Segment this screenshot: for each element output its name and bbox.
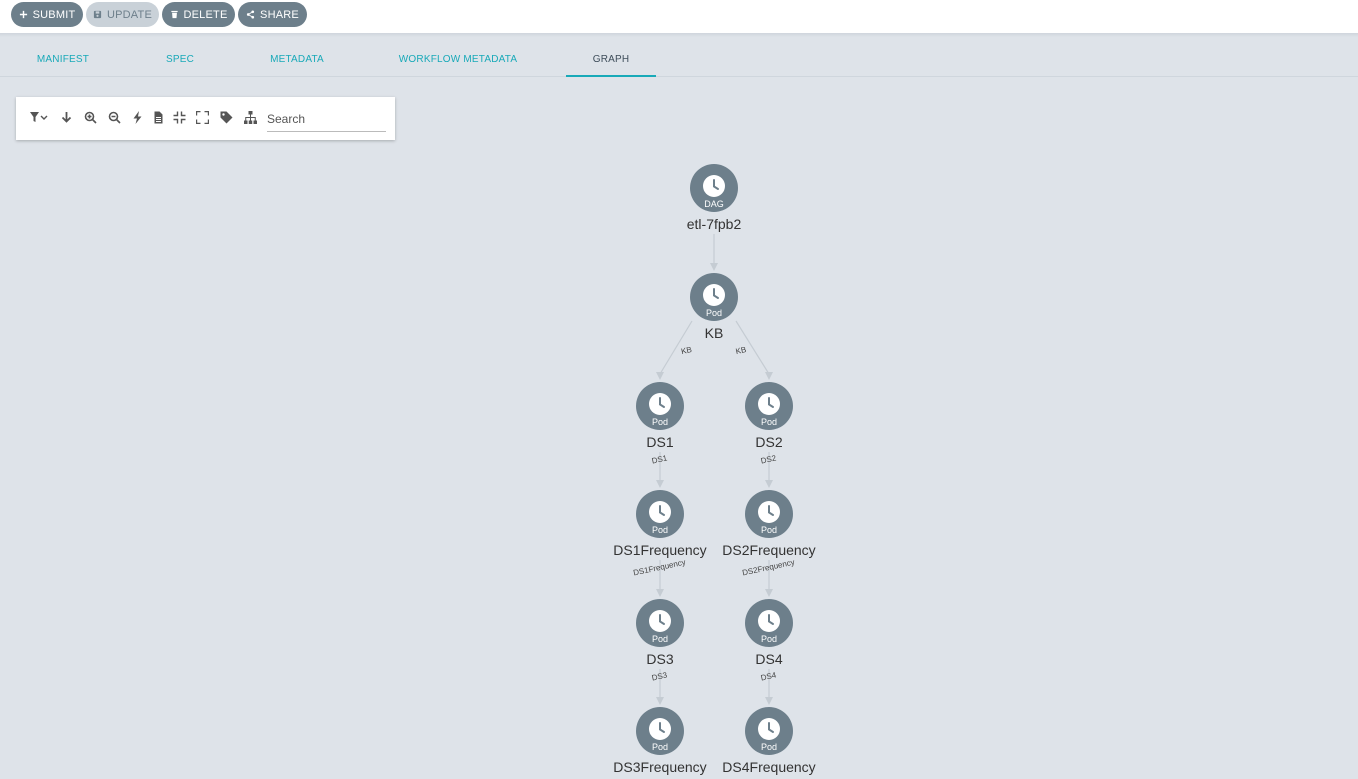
node-label: DS1Frequency — [613, 542, 706, 558]
node-type-label: Pod — [761, 742, 777, 752]
node-ds4frequency[interactable]: Pod DS4Frequency — [722, 707, 816, 775]
node-label: DS2 — [755, 434, 782, 450]
edge-etl-7fpb2-kb — [710, 234, 718, 271]
edge-arrowhead — [765, 372, 773, 380]
node-ds2[interactable]: Pod DS2 — [745, 382, 793, 450]
edge-ds4-ds4frequency: DS4 — [760, 669, 778, 705]
edge-label: DS3 — [651, 670, 669, 682]
node-ds3[interactable]: Pod DS3 — [636, 599, 684, 667]
edge-ds3-ds3frequency: DS3 — [651, 669, 669, 705]
node-type-label: Pod — [652, 634, 668, 644]
node-label: DS1 — [646, 434, 673, 450]
node-type-label: Pod — [652, 742, 668, 752]
node-type-label: DAG — [704, 199, 724, 209]
node-label: etl-7fpb2 — [687, 216, 742, 232]
clock-icon — [757, 500, 781, 524]
node-type-label: Pod — [652, 525, 668, 535]
edge-arrowhead — [765, 697, 773, 705]
edge-arrowhead — [765, 589, 773, 597]
node-type-label: Pod — [706, 308, 722, 318]
node-type-label: Pod — [761, 634, 777, 644]
clock-icon — [702, 174, 726, 198]
edge-arrowhead — [656, 480, 664, 488]
clock-icon — [648, 717, 672, 741]
edge-arrowhead — [656, 697, 664, 705]
clock-icon — [648, 609, 672, 633]
node-label: DS4 — [755, 651, 782, 667]
workflow-graph: KB KB DS1 DS2 DS1Frequency DS2Frequency DS3 DS4… — [613, 164, 816, 775]
clock-icon — [648, 392, 672, 416]
node-type-label: Pod — [761, 417, 777, 427]
edge-label: KB — [735, 345, 747, 356]
edge-kb-ds2: KB — [735, 320, 773, 380]
node-label: DS2Frequency — [722, 542, 815, 558]
clock-icon — [757, 609, 781, 633]
node-label: DS4Frequency — [722, 759, 815, 775]
edge-arrowhead — [765, 480, 773, 488]
node-type-label: Pod — [652, 417, 668, 427]
edge-label: DS4 — [760, 670, 778, 682]
node-label: DS3 — [646, 651, 673, 667]
edge-kb-ds1: KB — [656, 320, 693, 380]
node-etl-7fpb2[interactable]: DAG etl-7fpb2 — [687, 164, 742, 232]
edge-label: DS2 — [760, 453, 778, 465]
edge-arrowhead — [656, 589, 664, 597]
node-kb[interactable]: Pod KB — [690, 273, 738, 341]
node-ds1[interactable]: Pod DS1 — [636, 382, 684, 450]
edge-ds1-ds1frequency: DS1 — [651, 452, 669, 488]
node-label: KB — [705, 325, 724, 341]
edge-arrowhead — [656, 372, 664, 380]
edge-ds2-ds2frequency: DS2 — [760, 452, 778, 488]
clock-icon — [648, 500, 672, 524]
node-ds4[interactable]: Pod DS4 — [745, 599, 793, 667]
node-label: DS3Frequency — [613, 759, 706, 775]
edge-ds2frequency-ds4: DS2Frequency — [741, 558, 796, 597]
node-ds2frequency[interactable]: Pod DS2Frequency — [722, 490, 816, 558]
edge-label: DS1 — [651, 453, 669, 465]
clock-icon — [757, 717, 781, 741]
edge-ds1frequency-ds3: DS1Frequency — [632, 558, 687, 597]
node-ds3frequency[interactable]: Pod DS3Frequency — [613, 707, 707, 775]
node-ds1frequency[interactable]: Pod DS1Frequency — [613, 490, 707, 558]
node-type-label: Pod — [761, 525, 777, 535]
clock-icon — [702, 283, 726, 307]
clock-icon — [757, 392, 781, 416]
edge-arrowhead — [710, 263, 718, 271]
edge-label: KB — [680, 345, 692, 356]
